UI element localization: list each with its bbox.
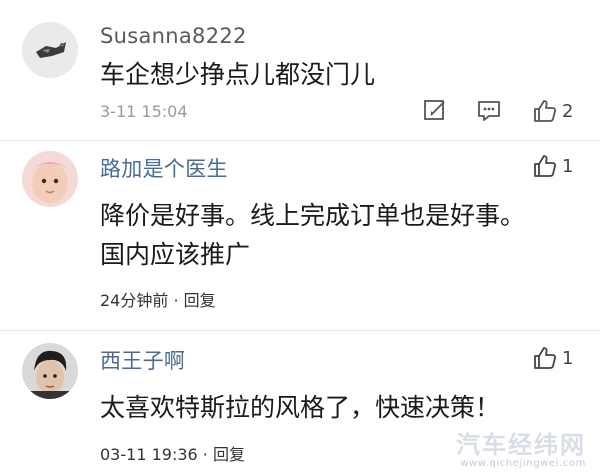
avatar-image — [22, 22, 78, 78]
username[interactable]: 西王子啊 — [100, 345, 185, 375]
comment-meta-reply[interactable]: 03-11 19:36 · 回复 — [100, 441, 245, 465]
edit-icon[interactable] — [422, 98, 448, 124]
comment-text: 车企想少挣点儿都没门儿 — [100, 60, 376, 89]
comment-timestamp: 3-11 15:04 — [100, 102, 188, 121]
avatar-image — [22, 151, 78, 207]
like-count: 2 — [562, 100, 574, 122]
comment-meta-reply[interactable]: 24分钟前 · 回复 — [100, 287, 216, 311]
like-count: 1 — [562, 155, 574, 177]
comment-text: 太喜欢特斯拉的风格了，快速决策！ — [100, 393, 501, 422]
username[interactable]: 路加是个医生 — [100, 153, 228, 183]
comment-item: Susanna8222 车企想少挣点儿都没门儿 3-11 15:04 2 — [0, 0, 600, 140]
watermark-text: 汽车经纬网 — [456, 431, 586, 459]
like-button[interactable]: 1 — [532, 153, 573, 179]
comment-item: 路加是个医生 1 降价是好事。线上完成订单也是好事。 国内应该推广 24分钟前 … — [0, 141, 600, 330]
thumbs-up-icon — [534, 347, 557, 369]
watermark-url: www.qichejingwei.com — [460, 458, 586, 469]
comment-text-line-2: 国内应该推广 — [100, 240, 251, 269]
thumbs-up-icon — [534, 100, 557, 122]
username[interactable]: Susanna8222 — [100, 24, 247, 48]
thumbs-up-icon — [534, 155, 557, 177]
like-button[interactable]: 2 — [532, 98, 573, 124]
like-count: 1 — [562, 347, 574, 369]
comment-icon[interactable] — [476, 98, 502, 124]
avatar[interactable] — [22, 22, 78, 78]
avatar[interactable] — [22, 343, 78, 399]
watermark: 汽车经纬网 www.qichejingwei.com — [456, 432, 586, 469]
like-button[interactable]: 1 — [532, 345, 573, 371]
comment-text-line-1: 降价是好事。线上完成订单也是好事。 — [100, 201, 526, 230]
avatar[interactable] — [22, 151, 78, 207]
avatar-image — [22, 343, 78, 399]
